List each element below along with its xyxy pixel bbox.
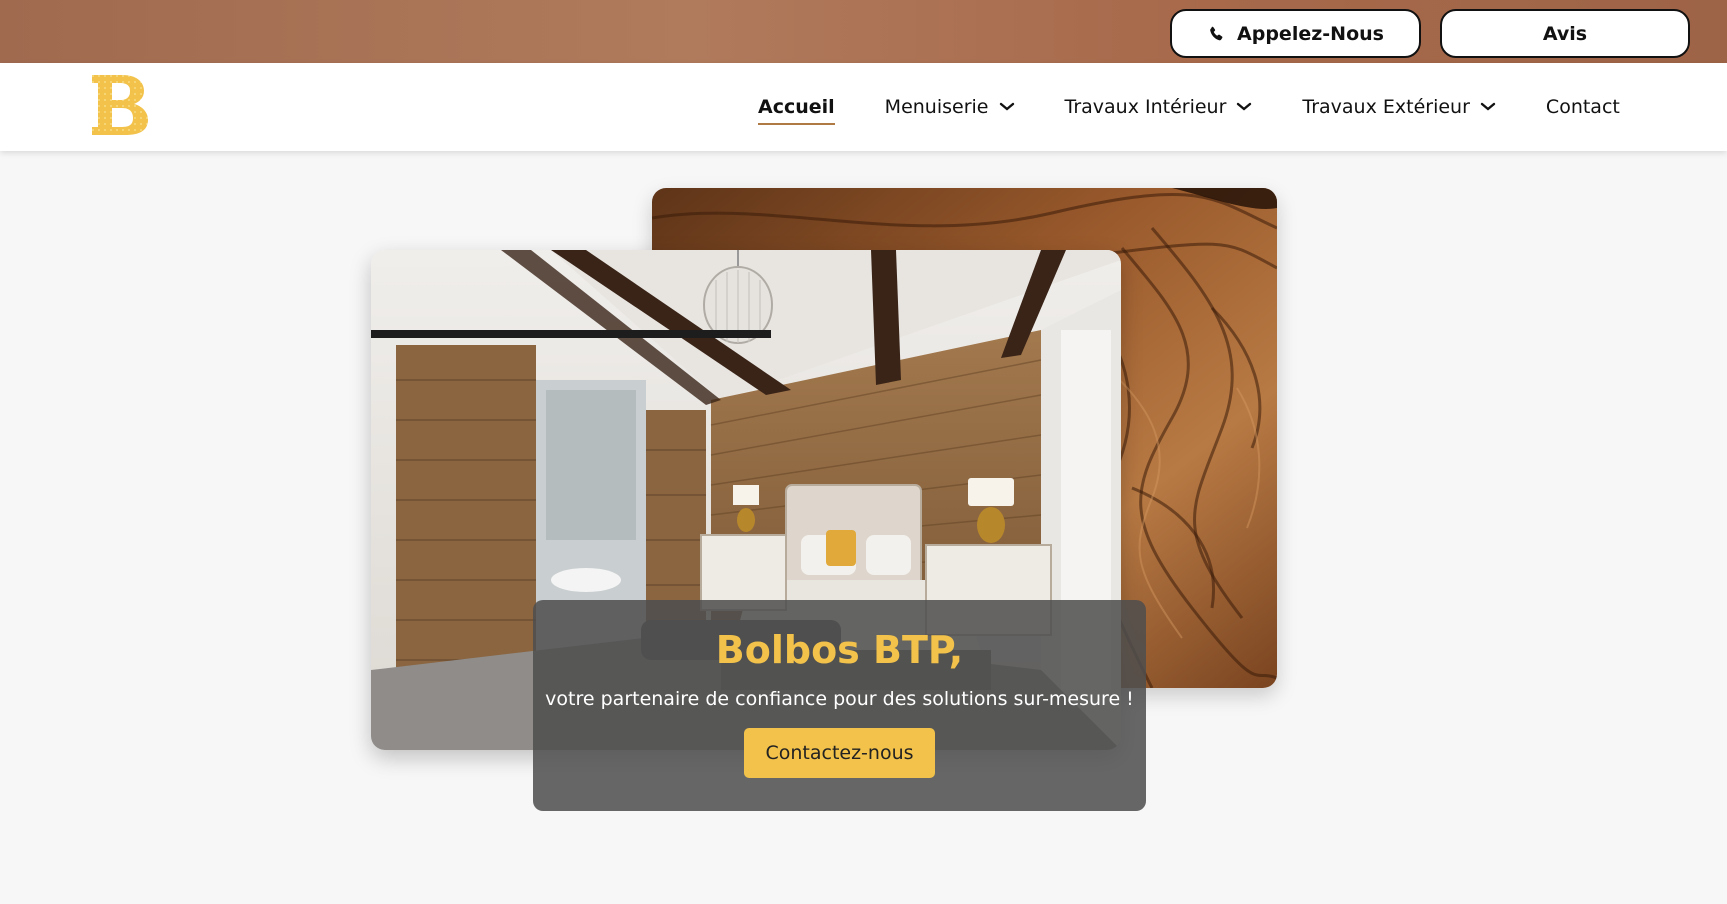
nav-label: Travaux Extérieur	[1302, 96, 1470, 118]
contact-us-button[interactable]: Contactez-nous	[744, 728, 935, 778]
call-button[interactable]: Appelez-Nous	[1170, 9, 1421, 58]
nav-item-accueil[interactable]: Accueil	[758, 96, 835, 125]
call-button-label: Appelez-Nous	[1237, 22, 1384, 45]
nav-item-contact[interactable]: Contact	[1546, 96, 1620, 118]
nav-item-travaux-interieur[interactable]: Travaux Intérieur	[1065, 96, 1253, 118]
brand-logo[interactable]	[90, 73, 150, 137]
main-navbar: Accueil Menuiserie Travaux Intérieur Tra…	[0, 63, 1727, 151]
nav-label: Contact	[1545, 96, 1620, 118]
hero-title: Bolbos BTP,	[715, 628, 964, 672]
hero-subtitle: votre partenaire de confiance pour des s…	[545, 688, 1134, 710]
avis-button-label: Avis	[1542, 22, 1588, 45]
top-bar: Appelez-Nous Avis	[0, 0, 1727, 63]
main-nav: Accueil Menuiserie Travaux Intérieur Tra…	[758, 63, 1670, 151]
chevron-down-icon	[1480, 102, 1496, 111]
nav-item-travaux-exterieur[interactable]: Travaux Extérieur	[1302, 96, 1496, 118]
phone-icon	[1210, 26, 1223, 40]
avis-button[interactable]: Avis	[1440, 9, 1690, 58]
nav-label: Travaux Intérieur	[1064, 96, 1227, 118]
chevron-down-icon	[1237, 102, 1252, 111]
nav-label: Menuiserie	[884, 96, 989, 118]
nav-label: Accueil	[758, 96, 835, 118]
chevron-down-icon	[999, 102, 1014, 111]
nav-item-menuiserie[interactable]: Menuiserie	[885, 96, 1015, 118]
hero-overlay: Bolbos BTP, votre partenaire de confianc…	[533, 600, 1146, 811]
